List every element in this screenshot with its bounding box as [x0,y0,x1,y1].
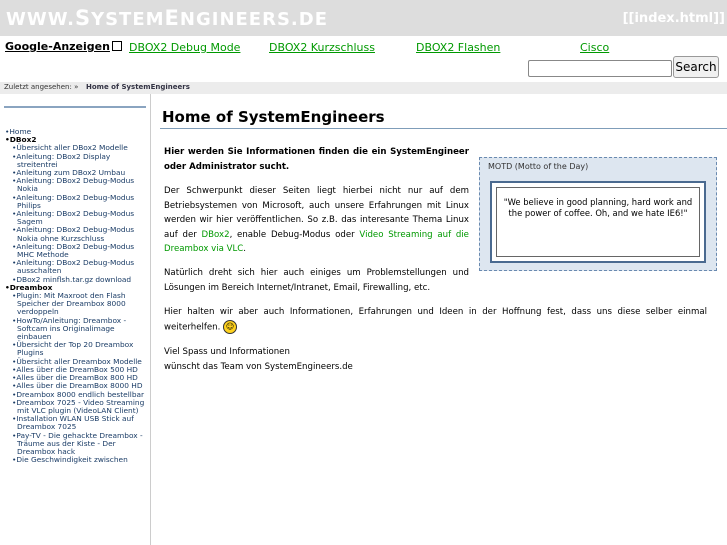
focus-paragraph: Der Schwerpunkt dieser Seiten liegt hier… [164,186,469,255]
motd-title: MOTD (Motto of the Day) [488,162,589,171]
motd-quote: "We believe in good planning, hard work … [503,197,693,218]
topics-paragraph: Natürlich dreht sich hier auch einiges u… [164,268,469,293]
index-link[interactable]: [[index.html]] [623,11,725,26]
smiley-icon: ☺ [223,319,238,334]
site-header: WWW.SYSTEMENGINEERS.DE [[index.html]] [0,0,727,36]
breadcrumb: Zuletzt angesehen: » Home of SystemEngin… [0,82,727,94]
purpose-paragraph: Hier halten wir aber auch Informationen,… [164,307,707,334]
ad-link-kurzschluss[interactable]: DBOX2 Kurzschluss [269,41,375,54]
motd-panel: MOTD (Motto of the Day) "We believe in g… [479,157,717,271]
intro-paragraph: Hier werden Sie Informationen finden die… [164,147,469,172]
dbox2-link[interactable]: DBox2 [202,230,230,240]
sidebar-item[interactable]: •Anleitung: DBox2 Debug-Modus Philips [5,193,148,210]
sidebar-item[interactable]: •Pay-TV - Die gehackte Dreambox - Träume… [5,431,148,457]
sidebar-item[interactable]: •Dreambox 7025 - Video Streaming mit VLC… [5,398,148,415]
sidebar-item[interactable]: •Plugin: Mit Maxroot den Flash Speicher … [5,291,148,317]
breadcrumb-current[interactable]: Home of SystemEngineers [86,83,190,91]
title-divider [160,128,727,129]
sidebar-item[interactable]: •Übersicht der Top 20 Dreambox Plugins [5,341,148,358]
search-button[interactable]: Search [673,56,719,78]
page-title: Home of SystemEngineers [162,108,385,126]
sidebar-item[interactable]: •Anleitung: DBox2 Debug-Modus Sagem [5,209,148,226]
sidebar-item[interactable]: •HowTo/Anleitung: Dreambox - Softcam ins… [5,316,148,342]
ad-link-debug-mode[interactable]: DBOX2 Debug Mode [129,41,240,54]
google-ads-label[interactable]: Google-Anzeigen [5,40,122,53]
motd-quote-box: "We believe in good planning, hard work … [490,181,706,263]
search-input[interactable] [528,60,672,77]
greeting-paragraph: Viel Spass und Informationen wünscht das … [164,347,353,372]
site-logo[interactable]: WWW.SYSTEMENGINEERS.DE [6,6,328,30]
sidebar-item[interactable]: •Installation WLAN USB Stick auf Dreambo… [5,414,148,431]
motd-inner-frame: "We believe in good planning, hard work … [496,187,700,257]
ad-link-flashen[interactable]: DBOX2 Flashen [416,41,500,54]
sidebar: •Home •DBox2 •Übersicht aller DBox2 Mode… [0,94,151,545]
sidebar-item[interactable]: •Die Geschwindigkeit zwischen [5,455,148,464]
sidebar-item[interactable]: •Anleitung: DBox2 Debug-Modus Nokia ohne… [5,226,148,243]
sidebar-item[interactable]: •Anleitung: DBox2 Display streitentrei [5,152,148,169]
ad-link-cisco[interactable]: Cisco [580,41,609,54]
sidebar-item[interactable]: •Anleitung: DBox2 Debug-Modus ausschalte… [5,259,148,276]
sidebar-divider [4,106,146,108]
external-link-icon [111,41,122,51]
breadcrumb-label: Zuletzt angesehen: » [4,83,79,91]
sidebar-nav: •Home •DBox2 •Übersicht aller DBox2 Mode… [5,127,148,464]
sidebar-item[interactable]: •Anleitung: DBox2 Debug-Modus Nokia [5,177,148,194]
sidebar-item[interactable]: •Anleitung: DBox2 Debug-Modus MHC Method… [5,242,148,259]
